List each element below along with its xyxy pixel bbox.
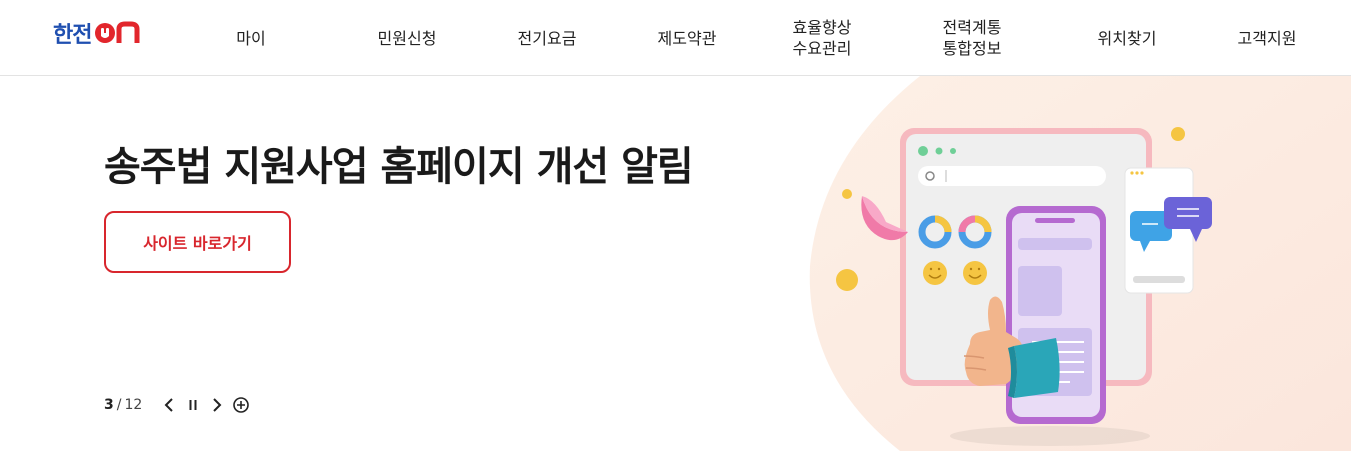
site-header: 한전 마이 민원신청 전기요금 제도약관 효율향상 수요관리 전력계통 통합정보… [0, 0, 1351, 76]
slide-pager: 3 / 12 [104, 394, 250, 416]
go-to-site-button[interactable]: 사이트 바로가기 [104, 211, 291, 273]
nav-civil-application[interactable]: 민원신청 [357, 0, 457, 76]
slide-separator: / [116, 397, 122, 413]
slide-current: 3 [104, 397, 114, 413]
logo-on-mark [93, 21, 143, 45]
kepco-on-logo[interactable]: 한전 [53, 19, 143, 48]
chevron-left-icon[interactable] [160, 395, 178, 415]
pause-icon[interactable] [184, 395, 202, 415]
nav-my[interactable]: 마이 [211, 0, 291, 76]
nav-customer-support[interactable]: 고객지원 [1217, 0, 1317, 76]
plus-circle-icon[interactable] [232, 395, 250, 415]
nav-system-terms[interactable]: 제도약관 [637, 0, 737, 76]
chevron-right-icon[interactable] [208, 395, 226, 415]
nav-electricity-bill[interactable]: 전기요금 [497, 0, 597, 76]
slide-total: 12 [124, 397, 143, 413]
hero-title: 송주법 지원사업 홈페이지 개선 알림 [104, 144, 694, 190]
nav-efficiency-demand[interactable]: 효율향상 수요관리 [772, 0, 872, 76]
nav-find-location[interactable]: 위치찾기 [1077, 0, 1177, 76]
thumbs-up-phone-illustration [800, 76, 1351, 451]
logo-text: 한전 [53, 23, 92, 48]
nav-grid-info[interactable]: 전력계통 통합정보 [922, 0, 1022, 76]
